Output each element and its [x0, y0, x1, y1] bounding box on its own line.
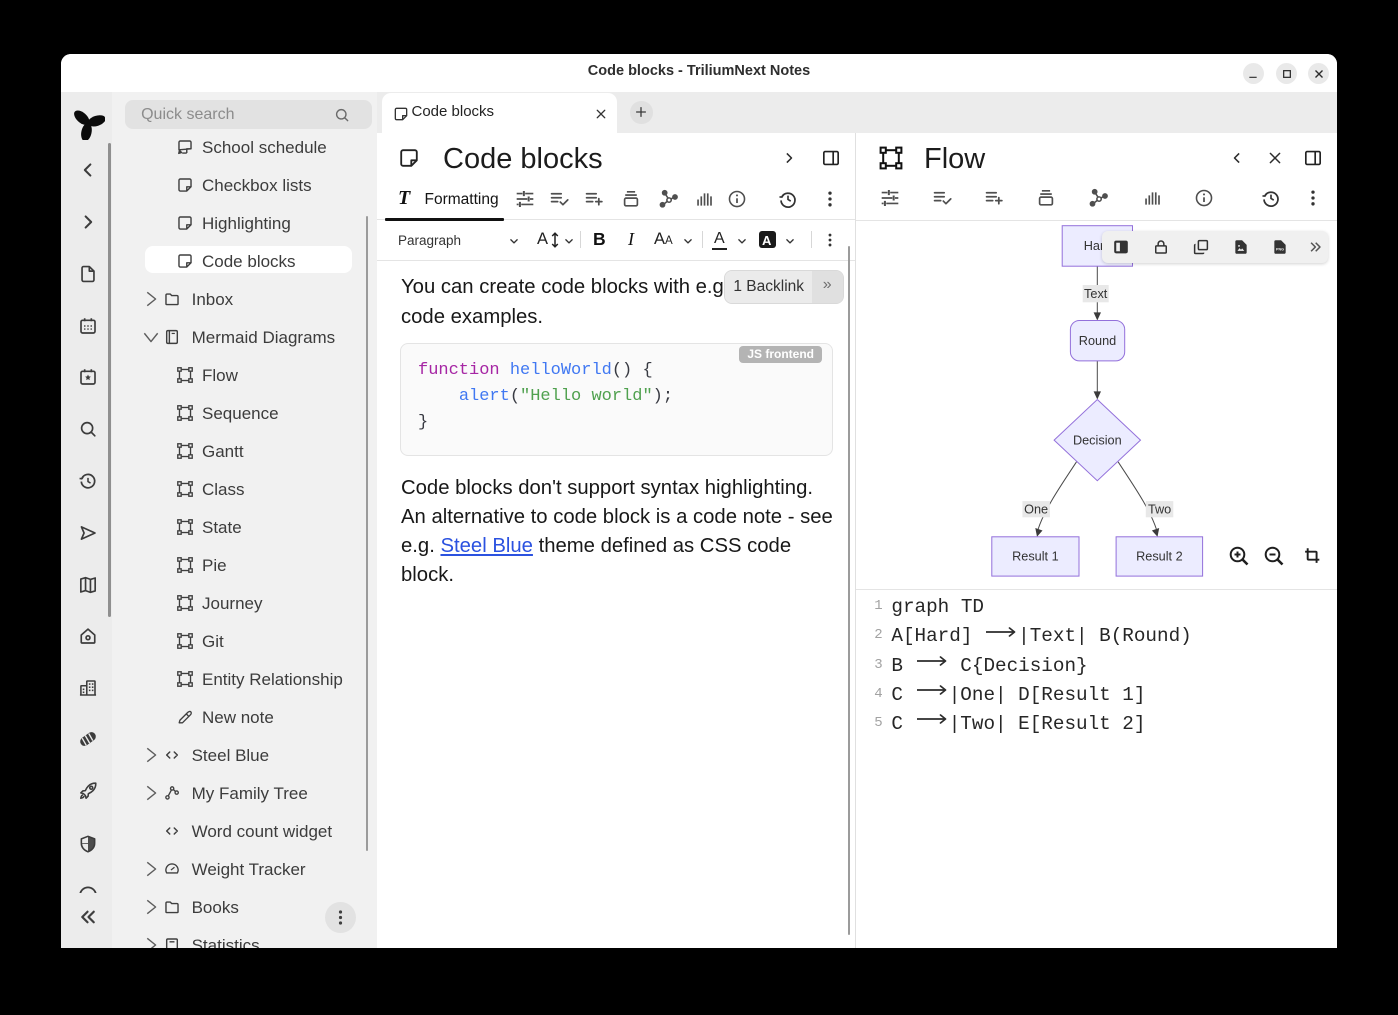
- svg-text:PNG: PNG: [1276, 248, 1284, 252]
- svg-text:Decision: Decision: [1073, 433, 1122, 447]
- svg-text:Round: Round: [1079, 333, 1116, 347]
- svg-text:Text: Text: [1084, 287, 1108, 301]
- svg-text:Two: Two: [1148, 502, 1171, 516]
- svg-text:One: One: [1024, 502, 1048, 516]
- svg-text:Result 2: Result 2: [1136, 549, 1183, 563]
- svg-text:Result 1: Result 1: [1012, 549, 1059, 563]
